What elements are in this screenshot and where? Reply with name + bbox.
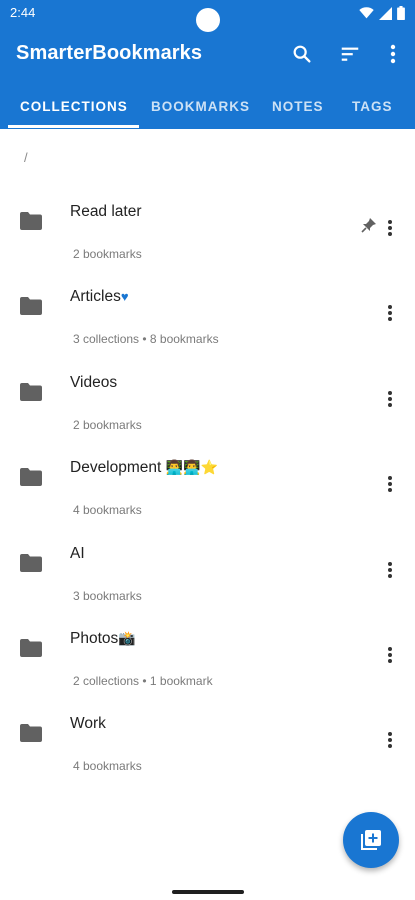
folder-icon [20, 297, 42, 315]
status-bar: 2:44 [0, 0, 415, 32]
collection-row[interactable]: Read later 2 bookmarks [0, 185, 415, 270]
tab-tags[interactable]: TAGS [352, 84, 393, 129]
collection-title: Photos📸 [70, 630, 136, 648]
collection-row[interactable]: Photos📸 2 collections • 1 bookmark [0, 612, 415, 697]
signal-icon [379, 6, 392, 20]
collection-row[interactable]: AI 3 bookmarks [0, 527, 415, 612]
add-collection-button[interactable] [343, 812, 399, 868]
tab-bookmarks[interactable]: BOOKMARKS [151, 84, 250, 129]
app-bar: 2:44 SmarterBookmarks COLLECTIONS BOOKMA… [0, 0, 415, 129]
collection-info: 4 bookmarks [73, 503, 142, 517]
more-vert-icon[interactable] [377, 300, 403, 326]
collection-name: AI [70, 545, 85, 562]
heart-emoji: ♥ [120, 289, 129, 304]
tab-label: COLLECTIONS [20, 99, 128, 114]
collection-name: Work [70, 715, 106, 732]
tab-label: TAGS [352, 99, 393, 114]
tab-label: NOTES [272, 99, 324, 114]
collection-name: Development [70, 459, 162, 476]
developer-emoji: 👨‍💻👨‍💻⭐ [165, 460, 218, 476]
collection-info: 2 bookmarks [73, 247, 142, 261]
camera-emoji: 📸 [118, 631, 136, 647]
tab-bar: COLLECTIONS BOOKMARKS NOTES TAGS [0, 84, 415, 129]
collection-title: Read later [70, 203, 142, 221]
folder-icon [20, 383, 42, 401]
folder-icon [20, 639, 42, 657]
collection-name: Videos [70, 374, 118, 391]
status-icons [359, 5, 405, 21]
collection-name: Articles [70, 288, 121, 305]
more-vert-icon[interactable] [377, 215, 403, 241]
more-vert-icon[interactable] [377, 727, 403, 753]
more-vert-icon[interactable] [377, 642, 403, 668]
toolbar: SmarterBookmarks [0, 28, 415, 80]
collection-title: AI [70, 545, 85, 563]
add-collection-icon [361, 830, 381, 850]
collection-row[interactable]: Videos 2 bookmarks [0, 356, 415, 441]
folder-icon [20, 724, 42, 742]
folder-icon [20, 468, 42, 486]
folder-icon [20, 212, 42, 230]
collection-info: 3 collections • 8 bookmarks [73, 332, 219, 346]
collection-info: 4 bookmarks [73, 759, 142, 773]
collection-row[interactable]: Development 👨‍💻👨‍💻⭐ 4 bookmarks [0, 441, 415, 526]
collection-title: Work [70, 715, 106, 733]
more-vert-icon[interactable] [377, 471, 403, 497]
collection-title: Development 👨‍💻👨‍💻⭐ [70, 459, 218, 477]
collection-info: 2 collections • 1 bookmark [73, 674, 213, 688]
collection-info: 2 bookmarks [73, 418, 142, 432]
tab-notes[interactable]: NOTES [272, 84, 324, 129]
collection-name: Photos [70, 630, 119, 647]
collection-name: Read later [70, 203, 142, 220]
system-nav-bar [0, 883, 415, 900]
tab-collections[interactable]: COLLECTIONS [20, 84, 128, 129]
more-vert-icon[interactable] [377, 557, 403, 583]
collection-info: 3 bookmarks [73, 589, 142, 603]
collection-title: Articles♥ [70, 288, 129, 306]
battery-icon [397, 6, 405, 20]
app-screen: 2:44 SmarterBookmarks COLLECTIONS BOOKMA… [0, 0, 415, 900]
collection-title: Videos [70, 374, 117, 392]
collection-row[interactable]: Articles♥ 3 collections • 8 bookmarks [0, 270, 415, 355]
status-time: 2:44 [10, 5, 36, 20]
home-gesture-handle[interactable] [172, 890, 244, 894]
pin-icon[interactable] [361, 217, 377, 233]
sort-icon[interactable] [336, 40, 364, 68]
search-icon[interactable] [288, 40, 316, 68]
wifi-icon [359, 7, 374, 19]
breadcrumb[interactable]: / [24, 150, 28, 165]
more-vert-icon[interactable] [377, 386, 403, 412]
app-title: SmarterBookmarks [16, 42, 203, 64]
tab-indicator [8, 125, 139, 128]
folder-icon [20, 554, 42, 572]
collection-row[interactable]: Work 4 bookmarks [0, 697, 415, 782]
tab-label: BOOKMARKS [151, 99, 250, 114]
more-vert-icon[interactable] [379, 40, 407, 68]
